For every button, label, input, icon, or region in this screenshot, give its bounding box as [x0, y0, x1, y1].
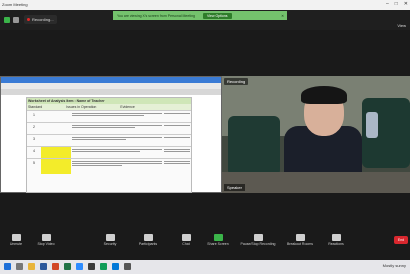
participants-label: Participants — [138, 242, 158, 246]
row-text — [71, 159, 163, 174]
chat-label: Chat — [182, 242, 190, 246]
system-tray: Mostly sunny — [383, 263, 406, 268]
stop-video-label: Stop Video — [37, 242, 55, 246]
file-explorer-icon[interactable] — [28, 263, 35, 270]
camera-icon — [41, 234, 51, 241]
app-icon[interactable] — [124, 263, 131, 270]
column-issues: Issues in Operation — [66, 105, 97, 109]
search-icon[interactable] — [16, 263, 23, 270]
row-evidence — [163, 159, 191, 174]
participants-button[interactable]: Participants — [134, 234, 162, 246]
breakout-rooms-button[interactable]: Breakout Rooms — [284, 234, 316, 246]
chrome-icon[interactable] — [100, 263, 107, 270]
row-evidence — [163, 123, 191, 134]
document-row: 2 — [27, 122, 191, 134]
share-notice-banner: You are viewing X's screen from Personal… — [113, 11, 287, 20]
shared-document: Worksheet of Analysis Item : Name of Tea… — [26, 97, 192, 193]
row-key — [41, 135, 71, 146]
breakout-icon — [295, 234, 305, 241]
start-icon[interactable] — [4, 263, 11, 270]
meeting-toolbar: Unmute Stop Video Security Participants … — [0, 232, 410, 250]
reactions-button[interactable]: Reactions — [322, 234, 350, 246]
column-standard: Standard — [28, 105, 43, 109]
row-text — [71, 123, 163, 134]
row-text — [71, 135, 163, 146]
security-label: Security — [103, 242, 117, 246]
share-screen-label: Share Screen — [207, 242, 229, 246]
row-text — [71, 111, 163, 122]
word-icon[interactable] — [40, 263, 47, 270]
unmute-label: Unmute — [9, 242, 23, 246]
speaker-hair — [301, 86, 347, 104]
row-number: 5 — [33, 161, 35, 165]
end-meeting-button[interactable]: End — [394, 236, 408, 244]
column-evidence: Evidence — [120, 105, 135, 109]
stop-video-button[interactable]: Stop Video — [32, 234, 60, 246]
row-text — [71, 147, 163, 158]
document-row: 5 — [27, 158, 191, 174]
minimize-button[interactable]: – — [386, 1, 389, 7]
share-screen-button[interactable]: Share Screen — [204, 234, 232, 246]
row-key-highlighted — [41, 147, 71, 158]
record-dot-icon — [27, 18, 30, 21]
recording-label: Recording... — [32, 17, 54, 22]
os-taskbar: Mostly sunny — [0, 260, 410, 274]
share-screen-icon — [213, 234, 223, 241]
smiley-icon — [331, 234, 341, 241]
speaker-name: Speaker — [224, 184, 245, 191]
meeting-header: Recording... You are viewing X's screen … — [0, 10, 410, 30]
recording-button[interactable]: Pause/Stop Recording — [240, 234, 276, 246]
row-evidence — [163, 111, 191, 122]
shield-icon — [105, 234, 115, 241]
row-evidence — [163, 135, 191, 146]
row-key — [41, 111, 71, 122]
video-desk — [222, 172, 410, 193]
row-number: 2 — [33, 125, 35, 129]
row-number: 4 — [33, 149, 35, 153]
chat-button[interactable]: Chat — [172, 234, 200, 246]
zoom-icon[interactable] — [76, 263, 83, 270]
share-notice-text: You are viewing X's screen from Personal… — [117, 13, 195, 18]
view-button[interactable]: View — [397, 23, 406, 28]
participants-icon — [143, 234, 153, 241]
window-title: Zoom Meeting — [2, 2, 28, 7]
row-number: 1 — [33, 113, 35, 117]
edge-icon[interactable] — [112, 263, 119, 270]
recording-label-toolbar: Pause/Stop Recording — [240, 242, 276, 246]
reactions-label: Reactions — [328, 242, 344, 246]
maximize-button[interactable]: □ — [395, 1, 398, 7]
excel-icon[interactable] — [64, 263, 71, 270]
shared-app-toolbar — [1, 89, 221, 95]
document-row: 3 — [27, 134, 191, 146]
pause-stop-icon — [253, 234, 263, 241]
chat-icon — [181, 234, 191, 241]
breakout-label: Breakout Rooms — [286, 242, 314, 246]
document-row: 1 — [27, 110, 191, 122]
view-options-button[interactable]: View Options — [202, 12, 232, 19]
info-icon[interactable] — [13, 17, 19, 23]
window-titlebar: Zoom Meeting – □ ✕ — [0, 0, 410, 10]
security-shield-icon[interactable] — [4, 17, 10, 23]
close-notice-icon[interactable]: ✕ — [281, 14, 284, 18]
shared-screen: Worksheet of Analysis Item : Name of Tea… — [0, 76, 222, 193]
row-key-highlighted — [41, 159, 71, 174]
recording-indicator[interactable]: Recording... — [24, 15, 57, 24]
row-key — [41, 123, 71, 134]
security-button[interactable]: Security — [96, 234, 124, 246]
app-icon[interactable] — [88, 263, 95, 270]
row-evidence — [163, 147, 191, 158]
close-button[interactable]: ✕ — [404, 1, 408, 7]
speaker-video[interactable]: Recording Speaker — [222, 76, 410, 193]
powerpoint-icon[interactable] — [52, 263, 59, 270]
video-tag: Recording — [224, 78, 249, 85]
window-controls: – □ ✕ — [386, 1, 408, 7]
video-chair — [228, 116, 280, 176]
microphone — [366, 112, 378, 138]
row-number: 3 — [33, 137, 35, 141]
document-row: 4 — [27, 146, 191, 158]
unmute-button[interactable]: Unmute — [2, 234, 30, 246]
microphone-icon — [11, 234, 21, 241]
weather-text[interactable]: Mostly sunny — [383, 263, 406, 268]
